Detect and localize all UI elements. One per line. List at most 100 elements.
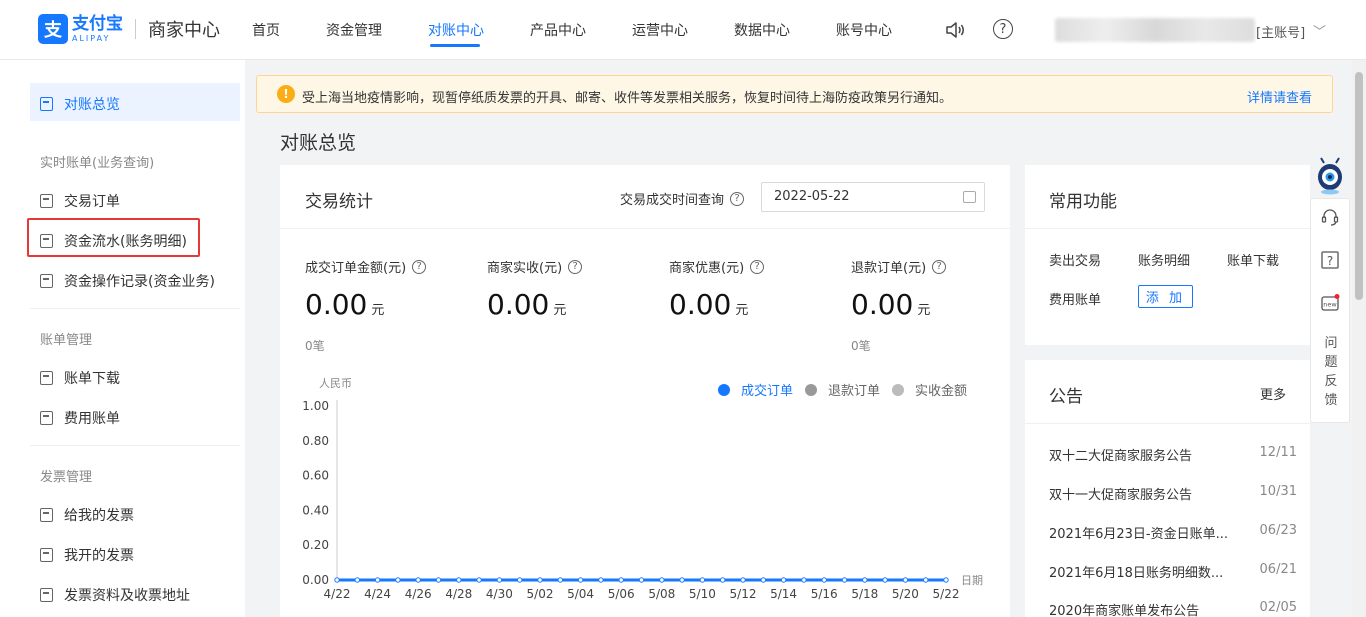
func-link-account-details[interactable]: 账务明细 [1138, 250, 1190, 269]
legend-label: 退款订单 [828, 384, 881, 399]
x-tick-label: 5/14 [770, 587, 797, 601]
feedback-link[interactable]: 问 题 反 馈 [1323, 334, 1339, 410]
logo-en: ALIPAY [72, 33, 111, 43]
speaker-icon[interactable] [944, 19, 966, 41]
sidebar-item-trade-orders[interactable]: 交易订单 [40, 191, 120, 211]
data-point [557, 577, 563, 583]
announcement-item[interactable]: 2021年6月23日-资金日账单... 06/23 [1049, 523, 1297, 542]
sidebar-item-label: 资金操作记录(资金业务) [64, 274, 215, 290]
metric-number: 0.00 [487, 288, 550, 321]
y-tick-label: 0.20 [302, 538, 329, 552]
sidebar-item-overview[interactable]: 对账总览 [40, 94, 120, 114]
chevron-down-icon[interactable]: ﹀ [1313, 21, 1326, 40]
nav-reconciliation-center[interactable]: 对账中心 [428, 20, 484, 40]
help-box-icon[interactable]: ? [1320, 250, 1340, 270]
notice-text: 受上海当地疫情影响，现暂停纸质发票的开具、邮寄、收件等发票相关服务，恢复时间待上… [302, 91, 953, 106]
data-point [882, 577, 888, 583]
sidebar: 对账总览 实时账单(业务查询) 交易订单 资金流水(账务明细) 资金操作记录(资… [0, 60, 245, 617]
alipay-logo[interactable]: 支 支付宝 ALIPAY 商家中心 [38, 14, 220, 44]
date-picker-input[interactable]: 2022-05-22 [761, 182, 985, 212]
sidebar-item-label: 费用账单 [64, 411, 120, 427]
help-icon[interactable]: ? [993, 19, 1013, 39]
announcement-title: 双十二大促商家服务公告 [1049, 449, 1193, 464]
x-tick-label: 5/04 [567, 587, 594, 601]
account-type-label[interactable]: [主账号] [1256, 22, 1305, 41]
metric-label: 商家实收(元)? [487, 257, 583, 276]
data-point [638, 577, 645, 583]
sidebar-item-invoice-issued[interactable]: 我开的发票 [40, 545, 134, 565]
announcement-item[interactable]: 2021年6月18日账务明细数... 06/21 [1049, 562, 1297, 581]
page-title: 对账总览 [280, 132, 357, 154]
nav-home[interactable]: 首页 [252, 20, 280, 40]
metric-value: 0.00 元 [669, 288, 764, 321]
nav-data-center[interactable]: 数据中心 [734, 20, 790, 40]
func-link-fee-bill[interactable]: 费用账单 [1049, 289, 1101, 308]
sidebar-item-label: 账单下载 [64, 371, 120, 387]
nav-product-center[interactable]: 产品中心 [530, 20, 586, 40]
sidebar-item-invoice-to-me[interactable]: 给我的发票 [40, 505, 134, 525]
legend-item-received[interactable]: 实收金额 [892, 380, 967, 399]
calendar-icon[interactable] [963, 191, 976, 203]
metric-refund-orders: 退款订单(元)? 0.00 元 0笔 [851, 257, 947, 354]
announcement-item[interactable]: 双十一大促商家服务公告 10/31 [1049, 484, 1297, 503]
invoice-icon [40, 508, 53, 522]
question-icon[interactable]: ? [932, 259, 947, 274]
question-icon[interactable]: ? [730, 191, 745, 206]
scrollbar-thumb[interactable] [1355, 72, 1363, 300]
x-axis-label: 日期 [961, 574, 983, 587]
top-navigation: 支 支付宝 ALIPAY 商家中心 首页 资金管理 对账中心 产品中心 运营中心… [0, 0, 1366, 60]
data-point [395, 577, 401, 583]
data-point [476, 577, 482, 583]
feedback-char: 反 [1324, 374, 1338, 389]
question-icon[interactable]: ? [412, 259, 427, 274]
nav-fund-management[interactable]: 资金管理 [326, 20, 382, 40]
announcement-item[interactable]: 双十二大促商家服务公告 12/11 [1049, 445, 1297, 464]
sidebar-item-fund-operations[interactable]: 资金操作记录(资金业务) [40, 271, 215, 291]
func-link-bill-download[interactable]: 账单下载 [1227, 250, 1279, 269]
data-point [699, 577, 706, 583]
nav-operation-center[interactable]: 运营中心 [632, 20, 688, 40]
assistant-mascot-icon[interactable] [1316, 157, 1344, 195]
data-point [760, 577, 766, 583]
sidebar-item-invoice-info[interactable]: 发票资料及收票地址 [40, 585, 190, 605]
announcement-item[interactable]: 2020年商家账单发布公告 02/05 [1049, 600, 1297, 617]
x-tick-label: 5/20 [892, 587, 919, 601]
metric-count: 0笔 [851, 339, 871, 353]
data-point [496, 577, 503, 583]
legend-dot [805, 383, 818, 396]
announcement-date: 12/11 [1259, 445, 1297, 460]
legend-item-refunds[interactable]: 退款订单 [805, 380, 880, 399]
chart-legend: 成交订单 退款订单 实收金额 [718, 380, 979, 399]
data-point [334, 577, 340, 583]
sidebar-divider [30, 308, 240, 309]
invoice-icon [40, 548, 53, 562]
data-point [598, 577, 604, 583]
sidebar-item-label: 我开的发票 [64, 548, 134, 564]
sidebar-item-bill-download[interactable]: 账单下载 [40, 368, 120, 388]
nav-account-center[interactable]: 账号中心 [836, 20, 892, 40]
announcement-date: 10/31 [1259, 484, 1297, 499]
notice-details-link[interactable]: 详情请查看 [1247, 87, 1312, 106]
more-link[interactable]: 更多 [1260, 384, 1286, 403]
card-divider [1025, 228, 1310, 229]
logo-text: 支付宝 ALIPAY [72, 15, 123, 43]
data-point [435, 577, 442, 583]
func-link-sold-trades[interactable]: 卖出交易 [1049, 250, 1101, 269]
metric-count: 0笔 [305, 339, 325, 353]
new-feature-icon[interactable]: new [1320, 293, 1340, 313]
metric-order-amount: 成交订单金额(元)? 0.00 元 0笔 [305, 257, 427, 354]
question-icon[interactable]: ? [568, 259, 583, 274]
legend-label: 实收金额 [915, 384, 968, 399]
data-point [659, 577, 665, 583]
metric-unit: 元 [735, 303, 749, 318]
data-point [780, 577, 787, 583]
announcement-title: 2021年6月18日账务明细数... [1049, 566, 1224, 581]
add-function-button[interactable]: 添 加 [1138, 285, 1193, 308]
metric-label-text: 退款订单(元) [851, 261, 927, 276]
sidebar-item-fee-bill[interactable]: 费用账单 [40, 408, 120, 428]
legend-item-orders[interactable]: 成交订单 [718, 380, 793, 399]
announcement-title: 2020年商家账单发布公告 [1049, 604, 1200, 617]
question-icon[interactable]: ? [750, 259, 765, 274]
x-tick-label: 4/28 [445, 587, 472, 601]
customer-service-icon[interactable] [1320, 207, 1340, 227]
